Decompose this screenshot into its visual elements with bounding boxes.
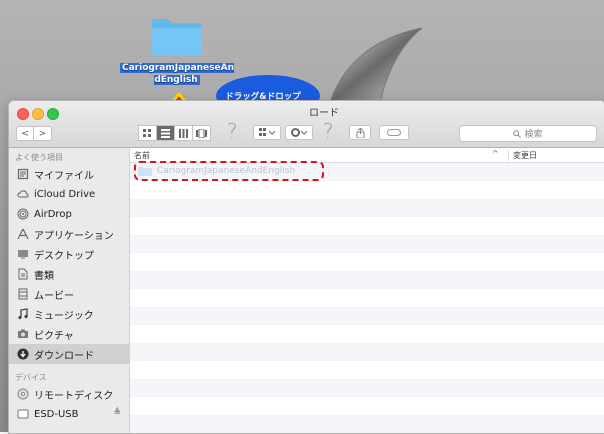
drive-icon [17, 409, 29, 419]
camera-icon [18, 329, 28, 338]
sidebar-item-label: ミュージック [34, 310, 94, 322]
app-logo-swoosh [329, 27, 423, 103]
list-row[interactable] [130, 235, 604, 253]
list-row[interactable] [130, 253, 604, 271]
sidebar-item-music[interactable]: ミュージック [9, 304, 129, 324]
sidebar-item-label: デスクトップ [34, 250, 94, 262]
remote-disc-icon [17, 388, 29, 400]
eject-icon[interactable]: ≜ [113, 408, 121, 418]
list-row[interactable] [130, 379, 604, 397]
back-button[interactable]: < [16, 126, 34, 141]
tag-button[interactable] [379, 125, 409, 140]
icon-view-button[interactable] [138, 125, 157, 141]
all-files-icon [17, 168, 29, 180]
minimize-button[interactable] [32, 108, 44, 120]
sidebar-item-label: 書類 [34, 270, 54, 282]
sidebar-item-icloud-drive[interactable]: iCloud Drive [9, 184, 129, 204]
music-icon [18, 308, 28, 320]
sort-chevron-icon[interactable]: ^ [492, 149, 499, 158]
list-row[interactable] [130, 217, 604, 235]
window-title: ロード [309, 108, 339, 119]
documents-icon [18, 268, 28, 280]
movies-icon [18, 288, 28, 300]
sidebar-item-esd-usb[interactable]: ESD-USB ≜ [9, 404, 129, 424]
sidebar-item-label: マイファイル [34, 170, 94, 182]
close-button[interactable] [17, 108, 29, 120]
list-row[interactable] [130, 343, 604, 361]
sidebar-item-remote-disc[interactable]: リモートディスク [9, 384, 129, 404]
sidebar-item-downloads[interactable]: ダウンロード [9, 344, 129, 364]
gear-icon [291, 128, 307, 137]
list-row[interactable] [130, 307, 604, 325]
airdrop-icon [17, 208, 29, 220]
applications-icon [17, 228, 29, 240]
sidebar-item-airdrop[interactable]: AirDrop [9, 204, 129, 224]
help-icon[interactable]: ? [227, 119, 238, 143]
list-row[interactable] [130, 415, 604, 433]
sidebar: よく使う項目 マイファイル iCloud Drive AirDrop アプリケー… [9, 148, 130, 433]
folder-icon[interactable] [150, 16, 204, 56]
view-mode-group [138, 125, 211, 141]
download-icon [17, 348, 29, 360]
sidebar-item-label: ムービー [34, 290, 74, 302]
column-view-button[interactable] [174, 125, 193, 141]
coverflow-icon [196, 128, 207, 138]
list-row[interactable] [130, 289, 604, 307]
search-placeholder: 検索 [524, 130, 543, 140]
sidebar-item-label: アプリケーション [34, 230, 114, 242]
list-row[interactable] [130, 181, 604, 199]
sidebar-item-pictures[interactable]: ピクチャ [9, 324, 129, 344]
arrange-button[interactable] [253, 125, 281, 140]
desktop-icon [18, 250, 28, 259]
sidebar-item-label: AirDrop [34, 208, 72, 220]
list-row[interactable] [130, 325, 604, 343]
tag-icon [387, 129, 401, 136]
sidebar-item-label: リモートディスク [34, 390, 114, 402]
sidebar-item-label: ピクチャ [34, 330, 74, 342]
list-row[interactable] [130, 397, 604, 415]
sidebar-item-documents[interactable]: 書類 [9, 264, 129, 284]
list-row[interactable] [130, 271, 604, 289]
sidebar-item-label: ESD-USB [34, 408, 79, 420]
name-column-header[interactable]: 名前 [134, 150, 150, 161]
titlebar: ロード < > ? ? 検索 [9, 101, 604, 148]
list-row[interactable] [130, 361, 604, 379]
search-icon [513, 129, 522, 138]
share-button[interactable] [349, 125, 371, 140]
cover-flow-button[interactable] [192, 125, 211, 141]
sidebar-item-movies[interactable]: ムービー [9, 284, 129, 304]
date-column-header[interactable]: 変更日 [508, 150, 537, 161]
columns-icon [179, 128, 188, 138]
sidebar-item-all-files[interactable]: マイファイル [9, 164, 129, 184]
list-row[interactable] [130, 199, 604, 217]
help-icon-2[interactable]: ? [323, 119, 334, 143]
favorites-header: よく使う項目 [15, 153, 63, 162]
search-field[interactable]: 検索 [459, 125, 597, 142]
action-button[interactable] [285, 125, 313, 140]
sidebar-item-label: ダウンロード [34, 350, 94, 362]
drop-highlight-box [134, 161, 324, 181]
sidebar-item-applications[interactable]: アプリケーション [9, 224, 129, 244]
forward-button[interactable]: > [34, 126, 52, 141]
list-icon [161, 128, 170, 138]
finder-window: ロード < > ? ? 検索 よく使う項目 マイファイル iCloud Driv… [8, 100, 604, 434]
share-icon [356, 127, 364, 138]
sidebar-item-desktop[interactable]: デスクトップ [9, 244, 129, 264]
grid-icon [143, 128, 151, 137]
devices-header: デバイス [15, 373, 47, 382]
list-rows [130, 163, 604, 433]
zoom-button[interactable] [47, 108, 59, 120]
list-view-button[interactable] [156, 125, 175, 141]
sidebar-item-label: iCloud Drive [34, 188, 96, 200]
cloud-icon [17, 190, 29, 198]
file-list: 名前 ^ 変更日 CariogramJapaneseAndEnglish [130, 148, 604, 433]
arrange-icon [259, 128, 275, 136]
